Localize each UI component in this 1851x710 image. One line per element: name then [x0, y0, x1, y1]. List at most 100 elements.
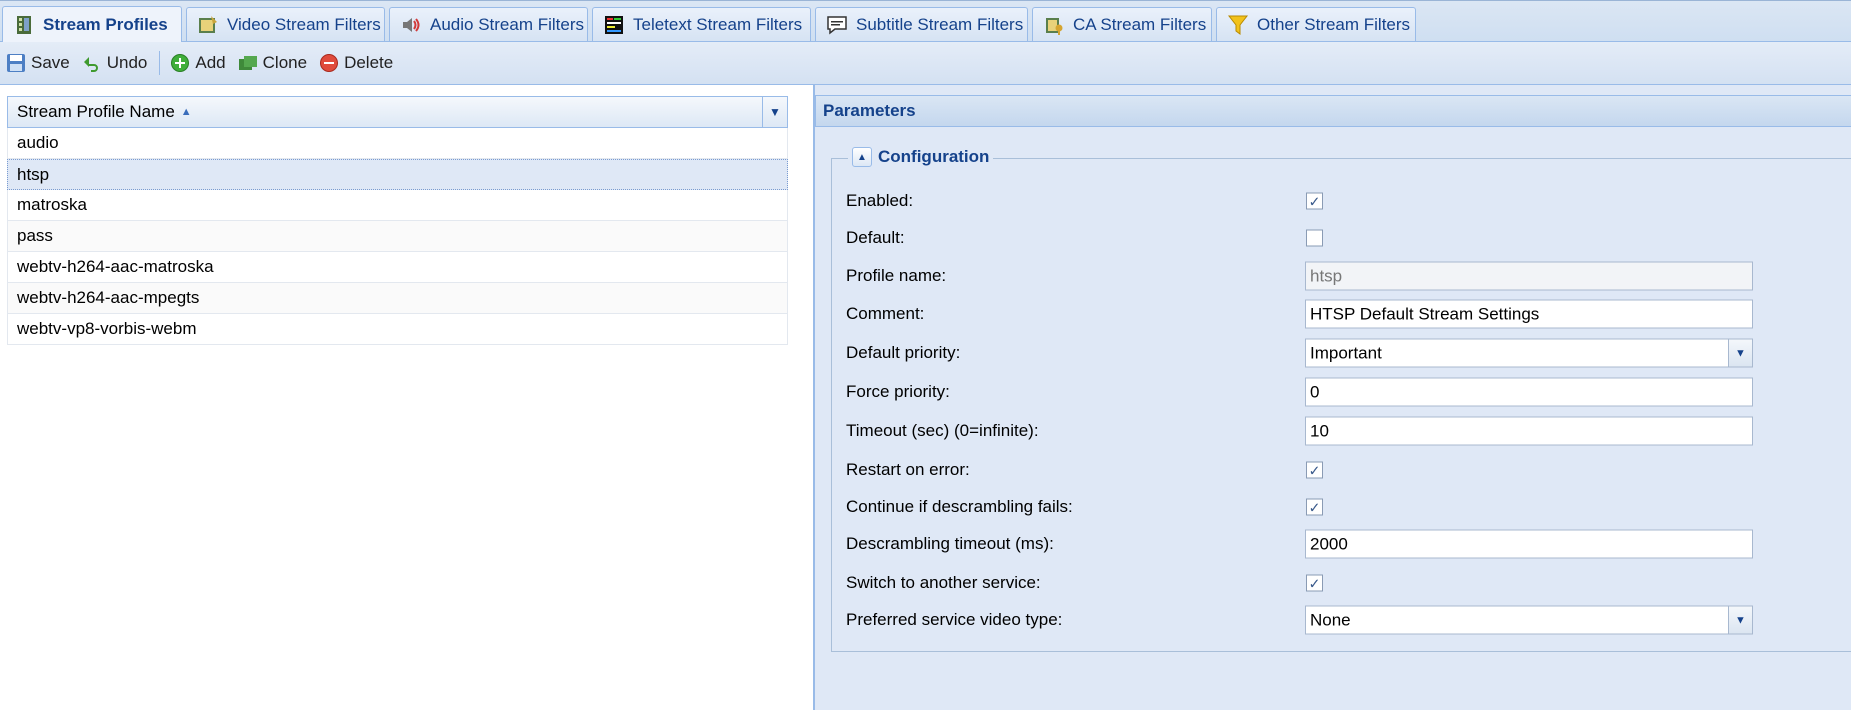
column-header-label: Stream Profile Name	[17, 102, 175, 121]
profile-name-input[interactable]	[1305, 261, 1753, 291]
default-priority-select[interactable]: Important ▼	[1305, 338, 1753, 368]
tab-label: Stream Profiles	[43, 15, 168, 34]
column-menu-chevron-down-icon[interactable]: ▼	[762, 97, 787, 127]
chevron-down-icon[interactable]: ▼	[1728, 339, 1752, 367]
field-switch-service: Switch to another service: ✓	[846, 567, 1746, 599]
save-button[interactable]: Save	[6, 53, 70, 73]
tab-label: Subtitle Stream Filters	[856, 14, 1024, 34]
timeout-label: Timeout (sec) (0=infinite):	[846, 421, 1039, 440]
save-label: Save	[31, 53, 70, 72]
default-checkbox[interactable]	[1306, 229, 1323, 247]
funnel-icon	[1227, 14, 1249, 36]
descrambling-timeout-label: Descrambling timeout (ms):	[846, 534, 1054, 553]
parameters-title: Parameters	[815, 95, 1851, 127]
undo-arrow-icon	[82, 53, 102, 73]
comment-input[interactable]	[1305, 299, 1753, 329]
field-continue-descrambling: Continue if descrambling fails: ✓	[846, 491, 1746, 523]
field-comment: Comment:	[846, 298, 1753, 330]
row-name: webtv-h264-aac-mpegts	[17, 288, 200, 307]
field-descrambling-timeout: Descrambling timeout (ms):	[846, 528, 1753, 560]
configuration-legend: ▲ Configuration	[848, 147, 994, 167]
delete-button[interactable]: Delete	[319, 53, 393, 73]
row-name: webtv-vp8-vorbis-webm	[17, 319, 197, 338]
tab-stream-profiles[interactable]: Stream Profiles	[2, 6, 182, 43]
restart-on-error-checkbox[interactable]: ✓	[1306, 461, 1323, 479]
field-preferred-video-type: Preferred service video type: None ▼	[846, 604, 1753, 636]
timeout-input[interactable]	[1305, 416, 1753, 446]
row-name: pass	[17, 226, 53, 245]
teletext-icon	[603, 14, 625, 36]
stream-profile-grid: Stream Profile Name ▲ ▼ audio htsp matro…	[7, 96, 788, 345]
enabled-label: Enabled:	[846, 191, 914, 210]
descrambling-timeout-input[interactable]	[1305, 529, 1753, 559]
tab-label: Other Stream Filters	[1257, 14, 1411, 34]
delete-label: Delete	[344, 53, 394, 72]
grid-body: audio htsp matroska pass webtv-h264-aac-…	[7, 128, 788, 345]
restart-on-error-label: Restart on error:	[846, 460, 970, 479]
ca-key-icon	[1043, 14, 1065, 36]
default-label: Default:	[846, 228, 905, 247]
tab-label: Audio Stream Filters	[430, 14, 584, 34]
field-profile-name: Profile name:	[846, 260, 1753, 292]
preferred-video-type-select[interactable]: None ▼	[1305, 605, 1753, 635]
row-name: matroska	[17, 195, 87, 214]
preferred-video-type-label: Preferred service video type:	[846, 610, 1063, 629]
toolbar-separator	[159, 51, 161, 75]
add-plus-icon	[170, 53, 190, 73]
collapse-toggle-icon[interactable]: ▲	[852, 147, 872, 167]
tab-label: Video Stream Filters	[227, 14, 381, 34]
toolbar: Save Undo Add Clone Delete	[0, 42, 1851, 85]
tab-subtitle-stream-filters[interactable]: Subtitle Stream Filters	[815, 7, 1028, 41]
field-enabled: Enabled: ✓	[846, 185, 1746, 217]
tab-teletext-stream-filters[interactable]: Teletext Stream Filters	[592, 7, 811, 41]
tab-other-stream-filters[interactable]: Other Stream Filters	[1216, 7, 1416, 41]
tab-label: CA Stream Filters	[1073, 14, 1207, 34]
force-priority-label: Force priority:	[846, 382, 950, 401]
tab-audio-stream-filters[interactable]: Audio Stream Filters	[389, 7, 588, 41]
tab-video-stream-filters[interactable]: Video Stream Filters	[186, 7, 385, 41]
video-film-icon	[197, 14, 219, 36]
tab-ca-stream-filters[interactable]: CA Stream Filters	[1032, 7, 1212, 41]
table-row[interactable]: audio	[7, 128, 788, 159]
table-row-selected[interactable]: htsp	[7, 159, 788, 190]
comment-label: Comment:	[846, 304, 925, 323]
enabled-checkbox[interactable]: ✓	[1306, 192, 1323, 210]
delete-minus-icon	[319, 53, 339, 73]
table-row[interactable]: webtv-vp8-vorbis-webm	[7, 314, 788, 345]
tab-label: Teletext Stream Filters	[633, 14, 803, 34]
speaker-icon	[400, 14, 422, 36]
default-priority-value: Important	[1310, 343, 1382, 362]
add-button[interactable]: Add	[170, 53, 226, 73]
switch-service-label: Switch to another service:	[846, 573, 1041, 592]
column-header-stream-profile-name[interactable]: Stream Profile Name ▲ ▼	[7, 96, 788, 128]
profile-name-label: Profile name:	[846, 266, 947, 285]
row-name: htsp	[17, 164, 50, 184]
chevron-down-icon[interactable]: ▼	[1728, 606, 1752, 634]
film-strip-icon	[13, 14, 35, 36]
field-timeout: Timeout (sec) (0=infinite):	[846, 415, 1753, 447]
force-priority-input[interactable]	[1305, 377, 1753, 407]
continue-descrambling-checkbox[interactable]: ✓	[1306, 498, 1323, 516]
field-default: Default:	[846, 222, 1746, 254]
table-row[interactable]: webtv-h264-aac-mpegts	[7, 283, 788, 314]
default-priority-label: Default priority:	[846, 343, 961, 362]
field-restart-on-error: Restart on error: ✓	[846, 454, 1746, 486]
configuration-title: Configuration	[878, 147, 990, 166]
table-row[interactable]: matroska	[7, 190, 788, 221]
clone-icon	[238, 53, 258, 73]
sort-ascending-icon: ▲	[180, 106, 192, 118]
tab-bar: Stream Profiles Video Stream Filters Aud…	[0, 0, 1851, 43]
table-row[interactable]: pass	[7, 221, 788, 252]
stream-profile-list-panel: Stream Profile Name ▲ ▼ audio htsp matro…	[0, 85, 813, 710]
clone-label: Clone	[262, 53, 308, 72]
continue-descrambling-label: Continue if descrambling fails:	[846, 497, 1073, 516]
add-label: Add	[195, 53, 226, 72]
undo-button[interactable]: Undo	[82, 53, 148, 73]
table-row[interactable]: webtv-h264-aac-matroska	[7, 252, 788, 283]
row-name: webtv-h264-aac-matroska	[17, 257, 214, 276]
row-name: audio	[17, 133, 59, 152]
undo-label: Undo	[106, 53, 148, 72]
field-default-priority: Default priority: Important ▼	[846, 337, 1753, 369]
switch-service-checkbox[interactable]: ✓	[1306, 574, 1323, 592]
clone-button[interactable]: Clone	[238, 53, 307, 73]
